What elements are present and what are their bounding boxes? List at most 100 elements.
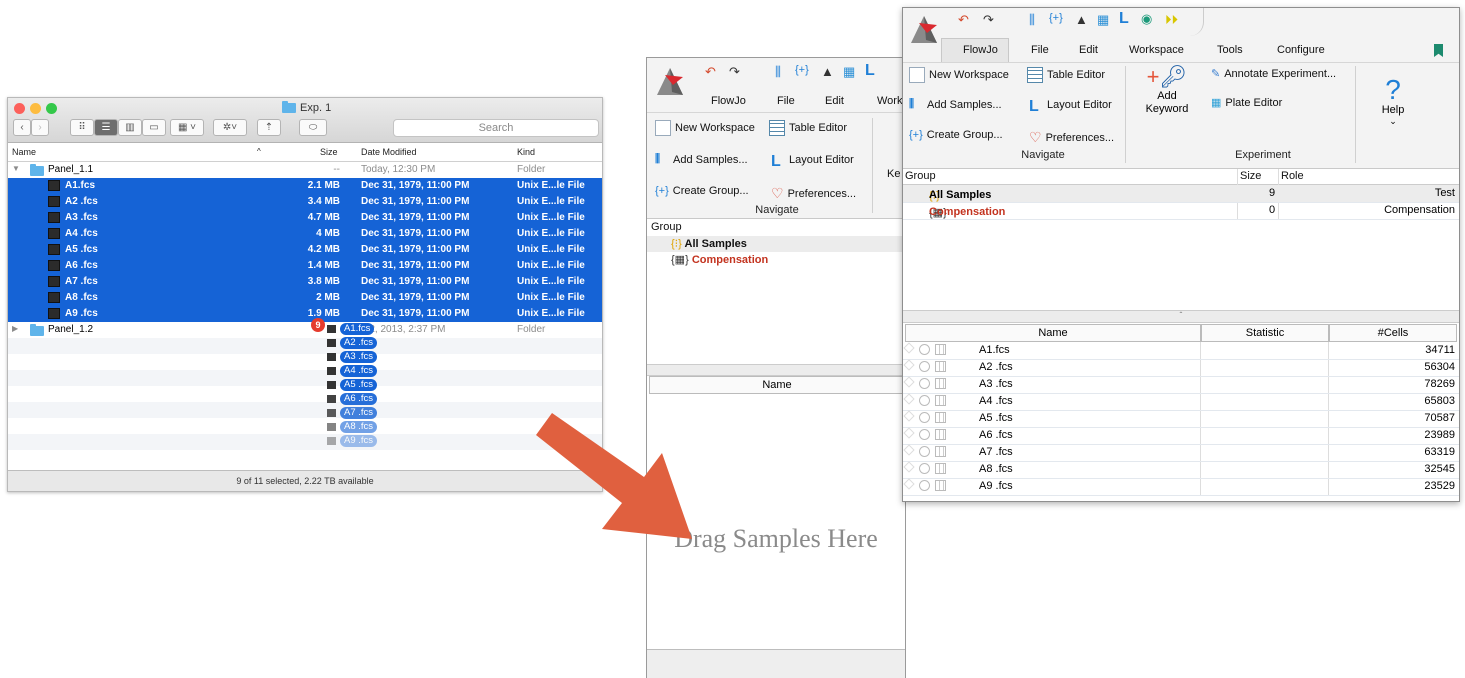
group-row-compensation[interactable]: {▦} Compensation 0 Compensation <box>903 202 1459 220</box>
sample-row[interactable]: A5 .fcs 70587 <box>903 410 1459 428</box>
list-item-file[interactable]: A9 .fcs 1.9 MB Dec 31, 1979, 11:00 PM Unix … <box>8 306 602 322</box>
column-view-button[interactable]: ▥ <box>118 119 142 136</box>
role-column-header[interactable]: Role <box>1281 170 1304 182</box>
new-workspace-button[interactable]: New Workspace <box>909 67 1009 83</box>
sample-row[interactable]: A4 .fcs 65803 <box>903 393 1459 411</box>
statistic-column-header[interactable]: Statistic <box>1201 324 1329 342</box>
name-column-header[interactable]: Name <box>12 147 36 157</box>
list-item-file[interactable]: A2 .fcs 3.4 MB Dec 31, 1979, 11:00 PM Unix … <box>8 194 602 210</box>
add-samples-quick-icon[interactable]: ⫼ <box>775 64 781 80</box>
list-item-folder[interactable]: ▶ Panel_1.2 ...2, 2013, 2:37 PM Folder <box>8 322 602 338</box>
layout-quick-icon[interactable]: L <box>865 62 875 80</box>
tags-button[interactable]: ⬭ <box>299 119 327 136</box>
list-item-file[interactable]: A6 .fcs 1.4 MB Dec 31, 1979, 11:00 PM Unix … <box>8 258 602 274</box>
undo-icon[interactable]: ↶ <box>958 12 969 28</box>
list-item-file[interactable]: A7 .fcs 3.8 MB Dec 31, 1979, 11:00 PM Unix … <box>8 274 602 290</box>
layout-editor-button[interactable]: L Layout Editor <box>1029 98 1112 115</box>
sample-row[interactable]: A9 .fcs 23529 <box>903 478 1459 496</box>
add-samples-button[interactable]: ⫼ Add Samples... <box>909 98 1002 112</box>
list-item-file[interactable]: A4 .fcs 4 MB Dec 31, 1979, 11:00 PM Unix E.… <box>8 226 602 242</box>
add-samples-quick-icon[interactable]: ⫼ <box>1029 12 1035 28</box>
add-keyword-button-partial[interactable]: Ke <box>887 168 900 180</box>
redo-icon[interactable]: ↷ <box>729 64 740 80</box>
date-column-header[interactable]: Date Modified <box>361 147 417 157</box>
preferences-button[interactable]: ♡ Preferences... <box>1029 129 1114 146</box>
list-view-button[interactable]: ☰ <box>94 119 118 136</box>
size-column-header[interactable]: Size <box>1240 170 1261 182</box>
menu-flowjo[interactable]: FlowJo <box>711 95 746 107</box>
table-editor-button[interactable]: Table Editor <box>769 120 847 136</box>
disclosure-triangle-icon[interactable]: ▶ <box>12 324 18 333</box>
sample-row[interactable]: A8 .fcs 32545 <box>903 461 1459 479</box>
share-button[interactable]: ⇡ <box>257 119 281 136</box>
minimize-window-button[interactable] <box>30 103 41 114</box>
help-button[interactable]: ? Help ⌄ <box>1373 76 1413 127</box>
arrange-button[interactable]: ▦ ˅ <box>170 119 204 136</box>
name-column-header[interactable]: Name <box>649 376 905 394</box>
coverflow-view-button[interactable]: ▭ <box>142 119 166 136</box>
drag-item: A8 .fcs <box>327 421 378 433</box>
empty-row <box>8 434 602 450</box>
redo-icon[interactable]: ↷ <box>983 12 994 28</box>
table-icon <box>769 120 785 136</box>
forward-button[interactable]: › <box>31 119 49 136</box>
splitter[interactable]: ˆ <box>903 310 1459 323</box>
sample-row[interactable]: A7 .fcs 63319 <box>903 444 1459 462</box>
menu-edit[interactable]: Edit <box>825 95 844 107</box>
splitter[interactable] <box>647 364 905 376</box>
list-item-file[interactable]: A5 .fcs 4.2 MB Dec 31, 1979, 11:00 PM Unix … <box>8 242 602 258</box>
sample-row[interactable]: A1.fcs 34711 <box>903 342 1459 360</box>
sample-row[interactable]: A2 .fcs 56304 <box>903 359 1459 377</box>
undo-icon[interactable]: ↶ <box>705 64 716 80</box>
menu-configure[interactable]: Configure <box>1277 44 1325 56</box>
group-column-header[interactable]: Group <box>905 170 936 182</box>
kind-column-header[interactable]: Kind <box>517 147 535 157</box>
key-icon: +🔑︎ <box>1146 64 1188 89</box>
close-window-button[interactable] <box>14 103 25 114</box>
create-group-button[interactable]: {+} Create Group... <box>909 129 1003 141</box>
table-quick-icon[interactable]: ▦ <box>843 64 855 80</box>
menu-workspace[interactable]: Workspace <box>1129 44 1184 56</box>
group-row-all-samples[interactable]: {⁝} All Samples <box>671 237 747 250</box>
menu-file[interactable]: File <box>1031 44 1049 56</box>
create-group-icon: {+} <box>655 185 669 197</box>
create-group-quick-icon[interactable]: {+} <box>795 64 809 76</box>
table-editor-button[interactable]: Table Editor <box>1027 67 1105 83</box>
table-cell-icon <box>935 395 946 406</box>
list-item-folder[interactable]: ▼ Panel_1.1 -- Today, 12:30 PM Folder <box>8 162 602 178</box>
list-item-file[interactable]: A8 .fcs 2 MB Dec 31, 1979, 11:00 PM Unix E.… <box>8 290 602 306</box>
icon-view-button[interactable]: ⠿ <box>70 119 94 136</box>
preferences-button[interactable]: ♡ Preferences... <box>771 185 856 202</box>
menu-edit[interactable]: Edit <box>1079 44 1098 56</box>
create-group-button[interactable]: {+} Create Group... <box>655 185 749 197</box>
cells-column-header[interactable]: #Cells <box>1329 324 1457 342</box>
back-button[interactable]: ‹ <box>13 119 31 136</box>
add-keyword-button[interactable]: +🔑︎ Add Keyword <box>1137 66 1197 138</box>
gate-quick-icon[interactable]: ▲ <box>821 64 834 79</box>
name-column-header[interactable]: Name <box>905 324 1201 342</box>
group-row-compensation[interactable]: {▦} Compensation <box>671 253 768 266</box>
size-column-header[interactable]: Size <box>320 147 338 157</box>
sample-row[interactable]: A6 .fcs 23989 <box>903 427 1459 445</box>
list-item-file[interactable]: A3 .fcs 4.7 MB Dec 31, 1979, 11:00 PM Unix … <box>8 210 602 226</box>
search-field[interactable]: Search <box>393 119 599 137</box>
group-row-all-samples[interactable]: {⁝} All Samples 9 Test <box>903 185 1459 203</box>
navigate-group-label: Navigate <box>1021 149 1065 161</box>
layout-editor-button[interactable]: L Layout Editor <box>771 153 854 170</box>
share-icon: ⇡ <box>264 122 274 133</box>
annotate-experiment-button[interactable]: ✎ Annotate Experiment... <box>1211 67 1336 81</box>
sample-row[interactable]: A3 .fcs 78269 <box>903 376 1459 394</box>
zoom-window-button[interactable] <box>46 103 57 114</box>
new-workspace-button[interactable]: New Workspace <box>655 120 755 136</box>
list-item-file[interactable]: A1.fcs 2.1 MB Dec 31, 1979, 11:00 PM Unix E… <box>8 178 602 194</box>
menu-tools[interactable]: Tools <box>1217 44 1243 56</box>
add-samples-button[interactable]: ⫼ Add Samples... <box>655 153 748 167</box>
tag-icon: ⬭ <box>308 122 318 133</box>
drag-item: A6 .fcs <box>327 393 378 405</box>
plate-editor-button[interactable]: ▦ Plate Editor <box>1211 96 1282 110</box>
menu-flowjo[interactable]: FlowJo <box>963 44 998 56</box>
menu-workspace[interactable]: Work <box>877 95 902 107</box>
disclosure-triangle-icon[interactable]: ▼ <box>12 164 20 173</box>
menu-file[interactable]: File <box>777 95 795 107</box>
action-gear-button[interactable]: ✲ ˅ <box>213 119 247 136</box>
